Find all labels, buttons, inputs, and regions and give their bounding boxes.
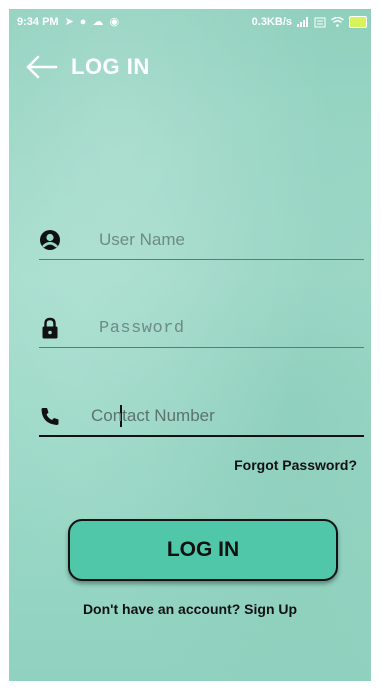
- username-input[interactable]: [99, 227, 359, 253]
- contact-number-field: [39, 399, 364, 437]
- account-circle-icon: [40, 230, 60, 250]
- app-bar: LOG IN: [9, 37, 371, 97]
- forgot-password-link[interactable]: Forgot Password?: [234, 457, 357, 473]
- signal-icon: [297, 17, 308, 27]
- login-button[interactable]: LOG IN: [68, 519, 338, 581]
- status-bar: 9:34 PM ➤ ● ☁ ◉ 0.3KB/s: [9, 9, 371, 37]
- app-screen: 9:34 PM ➤ ● ☁ ◉ 0.3KB/s LOG IN User Name…: [9, 9, 371, 681]
- lock-icon: [42, 317, 58, 339]
- status-bar-right: 0.3KB/s: [252, 16, 367, 28]
- navigation-icon: ➤: [64, 16, 74, 28]
- password-input[interactable]: [99, 315, 359, 341]
- status-time: 9:34 PM: [17, 16, 59, 28]
- signup-link[interactable]: Don't have an account? Sign Up: [9, 601, 371, 617]
- password-field: [39, 311, 364, 348]
- username-field: [39, 223, 364, 260]
- phone-icon: [41, 408, 59, 425]
- app-notification-icon: ◉: [109, 16, 120, 28]
- wifi-icon: [331, 17, 344, 27]
- contact-number-input[interactable]: [91, 403, 351, 429]
- page-title: LOG IN: [71, 54, 150, 79]
- lte-icon: [314, 17, 326, 27]
- battery-icon: [349, 16, 367, 28]
- chat-icon: ●: [79, 16, 87, 28]
- cloud-icon: ☁: [92, 16, 104, 28]
- arrow-left-icon[interactable]: [25, 55, 59, 79]
- network-speed: 0.3KB/s: [251, 16, 292, 28]
- status-bar-left: 9:34 PM ➤ ● ☁ ◉: [17, 16, 119, 28]
